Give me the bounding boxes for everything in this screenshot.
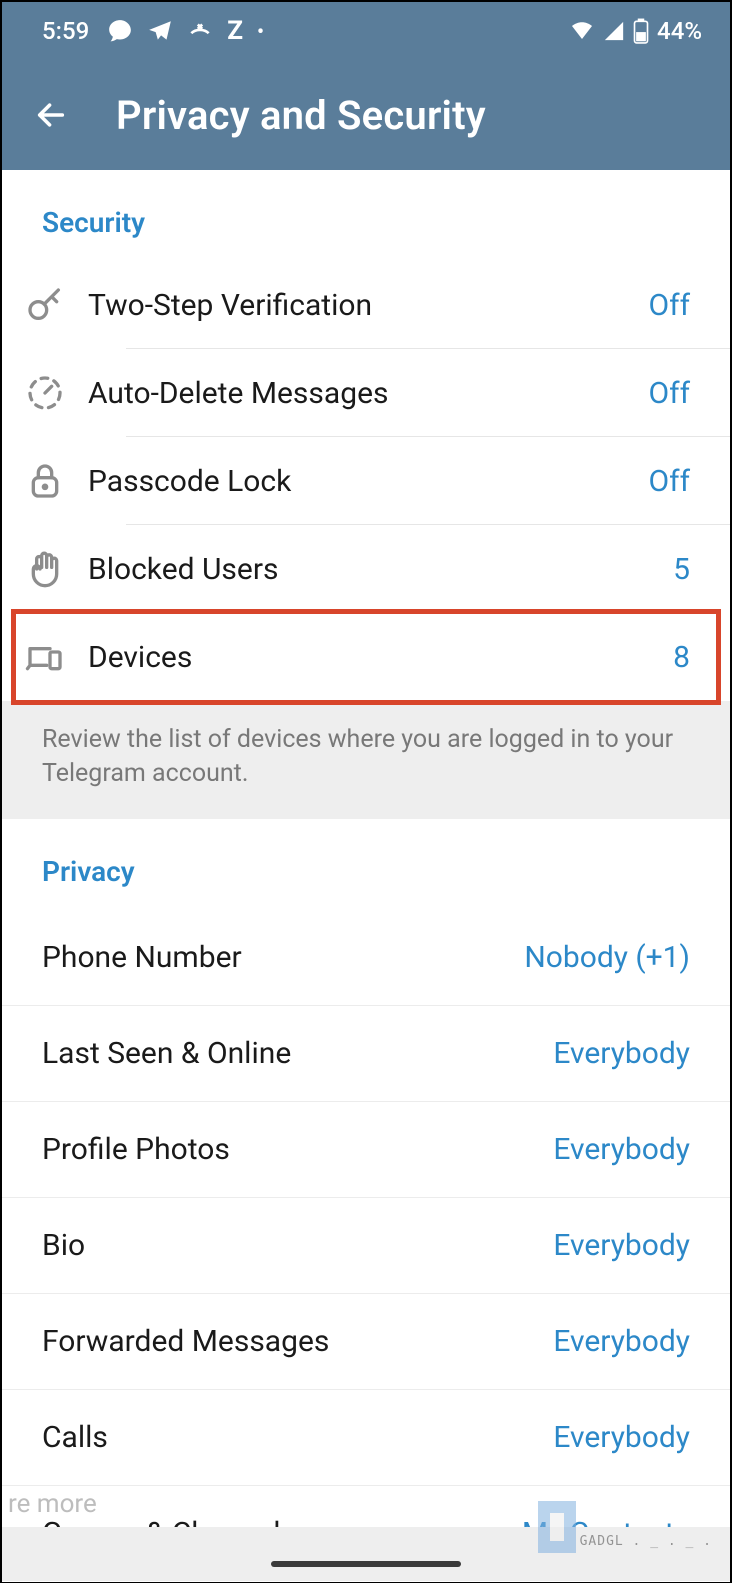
chat-bubble-icon [107,18,133,44]
item-value: Off [649,288,691,323]
phone-number-item[interactable]: Phone Number Nobody (+1) [2,910,730,1006]
calls-item[interactable]: Calls Everybody [2,1390,730,1486]
item-value: 8 [673,640,690,675]
hand-icon [2,549,88,589]
status-time: 5:59 [42,17,89,45]
signal-icon [603,20,625,42]
forwarded-messages-item[interactable]: Forwarded Messages Everybody [2,1294,730,1390]
watermark: GADGL . _ . _ . [538,1501,712,1553]
item-label: Forwarded Messages [42,1324,553,1359]
missed-call-icon [187,18,213,44]
wifi-icon [569,19,595,43]
item-label: Last Seen & Online [42,1036,553,1071]
gesture-indicator [271,1561,461,1567]
last-seen-item[interactable]: Last Seen & Online Everybody [2,1006,730,1102]
telegram-icon [147,18,173,44]
z-icon: Z [227,16,243,46]
item-label: Devices [88,640,673,675]
timer-icon [2,373,88,413]
item-label: Bio [42,1228,553,1263]
watermark-logo-icon [538,1501,576,1553]
item-value: Everybody [553,1324,690,1359]
devices-icon [2,637,88,677]
item-value: 5 [673,552,690,587]
item-label: Profile Photos [42,1132,553,1167]
security-section-header: Security [2,170,730,261]
item-value: Everybody [553,1132,690,1167]
item-value: Everybody [553,1420,690,1455]
blocked-users-item[interactable]: Blocked Users 5 [2,525,730,613]
item-label: Calls [42,1420,553,1455]
security-footer-note: Review the list of devices where you are… [2,701,730,819]
item-value: Everybody [553,1228,690,1263]
item-label: Two-Step Verification [88,288,649,323]
item-label: Passcode Lock [88,464,649,499]
app-header: Privacy and Security [2,60,730,170]
privacy-section-header: Privacy [2,819,730,910]
item-value: Everybody [553,1036,690,1071]
two-step-verification-item[interactable]: Two-Step Verification Off [2,261,730,349]
key-icon [2,285,88,325]
battery-icon [633,18,649,44]
item-value: Off [649,376,691,411]
bio-item[interactable]: Bio Everybody [2,1198,730,1294]
page-title: Privacy and Security [116,92,486,139]
auto-delete-messages-item[interactable]: Auto-Delete Messages Off [2,349,730,437]
dot-icon: • [257,19,264,43]
watermark-text: GADGL . _ . _ . [580,1534,712,1549]
item-label: Phone Number [42,940,524,975]
battery-percent: 44% [657,17,702,45]
profile-photos-item[interactable]: Profile Photos Everybody [2,1102,730,1198]
item-value: Off [649,464,691,499]
item-label: Blocked Users [88,552,673,587]
status-bar: 5:59 Z • 44% [2,2,730,60]
lock-icon [2,461,88,501]
item-label: Auto-Delete Messages [88,376,649,411]
back-arrow-icon[interactable] [34,98,68,132]
partial-overlay-text: re more [2,1489,97,1519]
status-notification-icons: Z • [107,16,264,46]
devices-item[interactable]: Devices 8 [2,613,730,701]
item-value: Nobody (+1) [524,940,690,975]
passcode-lock-item[interactable]: Passcode Lock Off [2,437,730,525]
